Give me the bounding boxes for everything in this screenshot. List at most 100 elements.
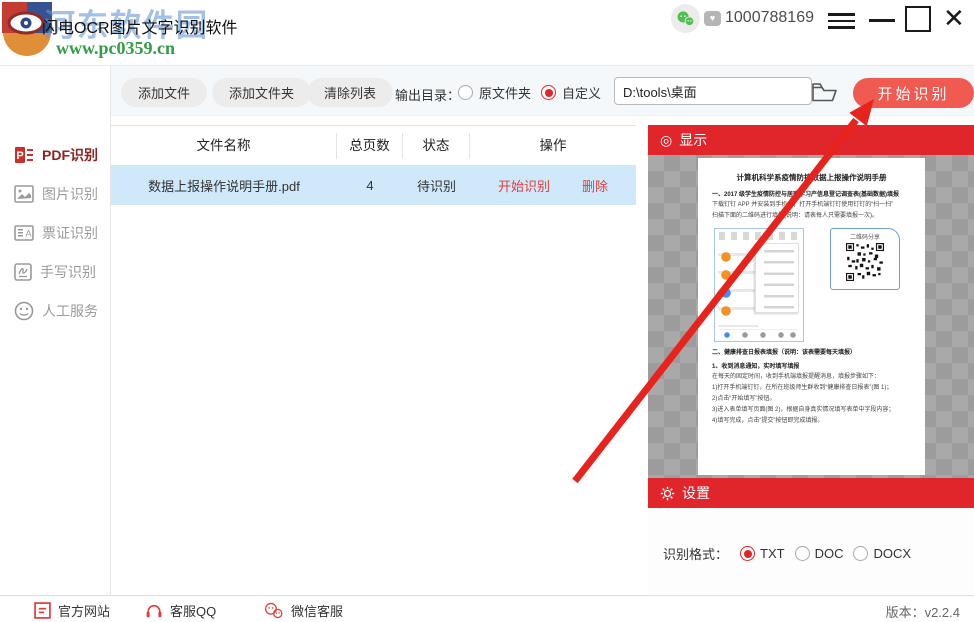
radio-custom-label: 自定义 [562, 83, 601, 102]
column-header-filename: 文件名称 [111, 133, 337, 159]
table-row[interactable]: 数据上报操作说明手册.pdf 4 待识别 开始识别 删除 [111, 165, 636, 205]
gear-icon [660, 486, 675, 501]
sidebar-item-label: PDF识别 [42, 145, 98, 165]
radio-circle-icon [795, 546, 810, 561]
column-header-pages: 总页数 [337, 133, 403, 159]
image-icon [14, 185, 34, 203]
format-option-txt[interactable]: TXT [740, 546, 785, 561]
browse-folder-icon[interactable] [811, 81, 838, 102]
bottombar: 官方网站 客服QQ 微信客服 版本：v2.2.4 [0, 595, 974, 622]
official-website-link[interactable]: 官方网站 [34, 601, 110, 620]
eye-icon: ◎ [660, 133, 672, 147]
sidebar-item-label: 手写识别 [40, 262, 96, 282]
sidebar-item-service[interactable]: 人工服务 [0, 296, 110, 326]
radio-circle-icon [740, 546, 755, 561]
phone-screenshot-mock [714, 228, 804, 342]
qq-support-link[interactable]: 客服QQ [145, 601, 216, 620]
radio-custom[interactable]: 自定义 [541, 83, 601, 102]
bottombar-label: 官方网站 [58, 601, 110, 620]
preview-document: 计算机科学系疫情防控数据上报操作说明手册 一、2017 级学生疫情防控与居家学习… [698, 158, 925, 475]
doc-line: 2)点击“开始填写”按钮。 [712, 394, 911, 405]
titlebar: 河东软件园 www.pc0359.cn 闪电OCR图片文字识别软件 ♥ 1000… [0, 0, 974, 66]
radio-original-folder[interactable]: 原文件夹 [458, 83, 531, 102]
page-count-cell: 4 [337, 178, 403, 193]
clear-list-button[interactable]: 清除列表 [307, 78, 393, 107]
sidebar-item-label: 图片识别 [42, 184, 98, 204]
radio-original-label: 原文件夹 [479, 83, 531, 102]
svg-text:A: A [25, 229, 31, 239]
output-dir-label: 输出目录： [395, 85, 460, 104]
app-title: 闪电OCR图片文字识别软件 [42, 14, 238, 38]
qr-code-icon [846, 243, 884, 281]
format-option-label: DOCX [873, 546, 911, 561]
start-recognition-button[interactable]: 开始识别 [853, 78, 974, 108]
doc-figures: 二维码分享 [714, 228, 911, 342]
doc-line: 3)进入表单填写页面(图 2)，根据自身真实情况填写表单中字段内容； [712, 405, 911, 416]
menu-button[interactable] [828, 9, 855, 29]
column-header-operations: 操作 [470, 133, 636, 159]
app-window: 河东软件园 www.pc0359.cn 闪电OCR图片文字识别软件 ♥ 1000… [0, 0, 974, 622]
doc-heading-1: 一、2017 级学生疫情防控与居家学习产信息登记调查表(基础数据)填报 [712, 190, 911, 200]
website-icon [34, 602, 51, 619]
bottombar-label: 客服QQ [170, 601, 216, 620]
pdf-icon: P [14, 146, 34, 164]
qr-label: 二维码分享 [831, 232, 899, 241]
format-row: 识别格式： TXT DOC DOCX [663, 544, 911, 563]
wechat-icon [676, 10, 695, 27]
doc-line: 4)填写完成，点击“提交”按钮即完成填报。 [712, 416, 911, 427]
version-label: 版本：v2.2.4 [886, 602, 960, 621]
add-folder-button[interactable]: 添加文件夹 [212, 78, 311, 107]
account-id: 1000788169 [725, 9, 814, 27]
settings-panel-title: 设置 [682, 483, 710, 503]
doc-line: 扫描下面的二维码进行填报(说明：请表每人只需要填报一次)。 [712, 211, 911, 222]
wechat-status-icon[interactable] [671, 4, 700, 33]
vip-badge-icon: ♥ [704, 11, 721, 26]
doc-line: 下载钉钉 APP 并安装到手机上，打开手机端钉钉使用钉钉的“扫一扫” [712, 200, 911, 211]
sidebar-item-pdf[interactable]: P PDF识别 [0, 140, 110, 170]
file-name-cell: 数据上报操作说明手册.pdf [111, 176, 337, 195]
doc-heading-3: 1、收到消息通知，实时填写填报 [712, 362, 911, 372]
sidebar-item-label: 人工服务 [42, 301, 98, 321]
doc-title: 计算机科学系疫情防控数据上报操作说明手册 [712, 172, 911, 183]
ticket-icon: A [14, 225, 34, 241]
bottombar-label: 微信客服 [291, 601, 343, 620]
file-table-header: 文件名称 总页数 状态 操作 [111, 125, 636, 166]
doc-line: 1)打开手机端钉钉，在所在班级师生群收到“健康排查日报表”(图 1)； [712, 383, 911, 394]
column-header-status: 状态 [403, 133, 470, 159]
format-option-docx[interactable]: DOCX [853, 546, 911, 561]
add-file-button[interactable]: 添加文件 [121, 78, 207, 107]
settings-panel-header: 设置 [648, 478, 974, 508]
sidebar-item-image[interactable]: 图片识别 [0, 179, 110, 209]
display-panel-header: ◎ 显示 [648, 125, 974, 155]
doc-heading-2: 二、健康排查日报表填报（说明：该表需要每天填报） [712, 348, 911, 358]
display-panel-title: 显示 [679, 130, 707, 150]
wechat-support-link[interactable]: 微信客服 [263, 601, 343, 620]
settings-body: 识别格式： TXT DOC DOCX [648, 508, 974, 595]
operations-cell: 开始识别 删除 [470, 176, 636, 195]
headset-icon [145, 603, 163, 619]
sidebar: P PDF识别 图片识别 A 票证识别 手写识别 人工服务 [0, 66, 111, 595]
radio-circle-icon [458, 85, 473, 100]
radio-circle-icon [853, 546, 868, 561]
output-path-input[interactable] [614, 77, 812, 105]
format-label: 识别格式： [663, 544, 728, 563]
preview-area: 计算机科学系疫情防控数据上报操作说明手册 一、2017 级学生疫情防控与居家学习… [648, 155, 974, 478]
format-option-label: TXT [760, 546, 785, 561]
format-option-label: DOC [815, 546, 844, 561]
sidebar-item-ticket[interactable]: A 票证识别 [0, 218, 110, 248]
handwriting-icon [14, 263, 32, 281]
row-delete-link[interactable]: 删除 [582, 176, 608, 195]
format-option-doc[interactable]: DOC [795, 546, 844, 561]
sidebar-item-label: 票证识别 [42, 223, 98, 243]
svg-text:P: P [16, 150, 23, 162]
qr-code-box: 二维码分享 [830, 228, 900, 290]
maximize-button[interactable] [905, 6, 931, 32]
sidebar-item-handwriting[interactable]: 手写识别 [0, 257, 110, 287]
close-button[interactable]: ✕ [943, 1, 965, 35]
row-start-recognition-link[interactable]: 开始识别 [498, 176, 550, 195]
watermark-site-url: www.pc0359.cn [56, 38, 175, 59]
doc-line: 在每天的固定时间，收到手机端填报提醒消息，填报步骤如下： [712, 372, 911, 383]
smiley-icon [14, 301, 34, 321]
wechat-outline-icon [263, 602, 284, 619]
minimize-button[interactable] [869, 19, 895, 22]
